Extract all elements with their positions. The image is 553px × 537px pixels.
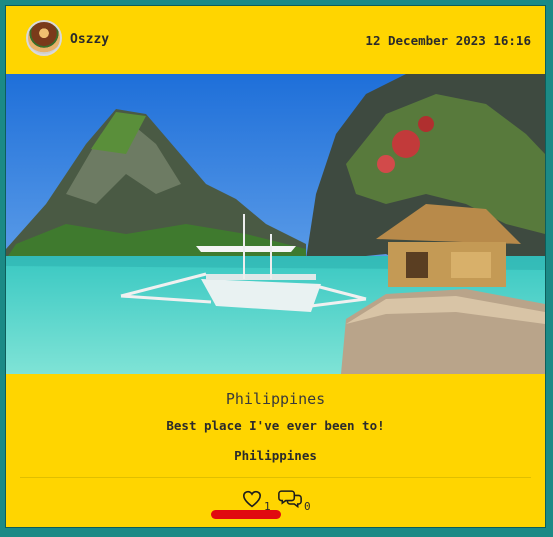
user-avatar[interactable] [26, 20, 62, 56]
comment-bubbles-icon [278, 488, 302, 512]
island-landscape-image [6, 74, 545, 374]
post-title: Philippines [225, 390, 326, 408]
like-button[interactable]: 1 [242, 490, 271, 512]
post-header: Oszzy 12 December 2023 16:16 [6, 6, 545, 74]
divider [20, 477, 531, 478]
post-card: Oszzy 12 December 2023 16:16 Philippines… [5, 5, 546, 528]
post-photo[interactable] [6, 74, 545, 374]
post-datetime: 12 December 2023 16:16 [365, 33, 531, 48]
post-location: Philippines [234, 448, 317, 463]
comment-count: 0 [304, 500, 311, 513]
username[interactable]: Oszzy [70, 32, 109, 47]
active-highlight-bar [211, 510, 281, 519]
comment-button[interactable]: 0 [278, 490, 311, 513]
heart-icon [242, 490, 262, 512]
post-description: Best place I've ever been to! [166, 418, 385, 433]
